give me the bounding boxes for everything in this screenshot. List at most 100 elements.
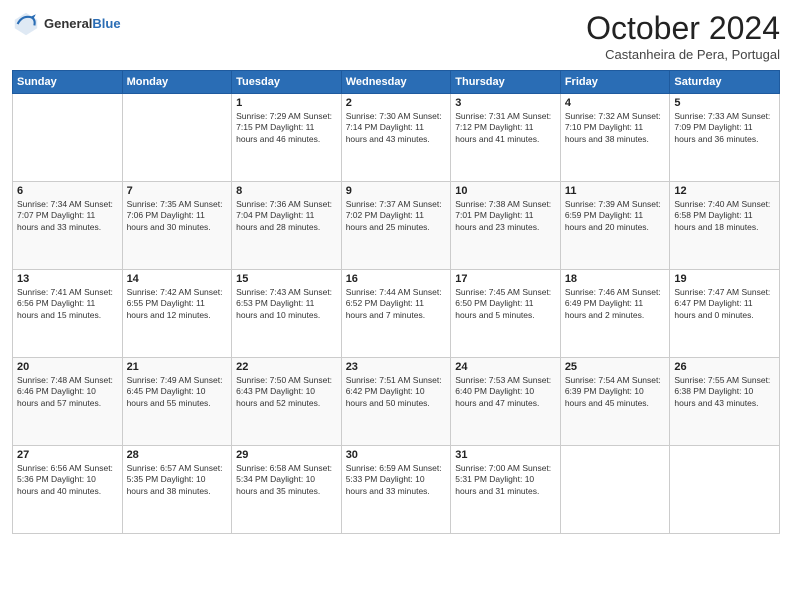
day-info: Sunrise: 7:00 AM Sunset: 5:31 PM Dayligh…: [455, 463, 556, 497]
day-number: 1: [236, 97, 337, 109]
day-info: Sunrise: 6:56 AM Sunset: 5:36 PM Dayligh…: [17, 463, 118, 497]
calendar-day-header: Wednesday: [341, 71, 451, 94]
day-info: Sunrise: 7:32 AM Sunset: 7:10 PM Dayligh…: [565, 111, 666, 145]
day-info: Sunrise: 7:51 AM Sunset: 6:42 PM Dayligh…: [346, 375, 447, 409]
day-info: Sunrise: 7:53 AM Sunset: 6:40 PM Dayligh…: [455, 375, 556, 409]
calendar-cell: 19 Sunrise: 7:47 AM Sunset: 6:47 PM Dayli…: [670, 270, 780, 358]
calendar-cell: 28 Sunrise: 6:57 AM Sunset: 5:35 PM Dayli…: [122, 446, 232, 534]
day-number: 14: [127, 273, 228, 285]
header: GeneralBlue October 2024 Castanheira de …: [12, 10, 780, 62]
day-number: 12: [674, 185, 775, 197]
day-info: Sunrise: 7:48 AM Sunset: 6:46 PM Dayligh…: [17, 375, 118, 409]
day-info: Sunrise: 7:54 AM Sunset: 6:39 PM Dayligh…: [565, 375, 666, 409]
day-number: 2: [346, 97, 447, 109]
calendar-cell: 2 Sunrise: 7:30 AM Sunset: 7:14 PM Daylig…: [341, 94, 451, 182]
calendar-cell: 21 Sunrise: 7:49 AM Sunset: 6:45 PM Dayli…: [122, 358, 232, 446]
calendar-day-header: Thursday: [451, 71, 561, 94]
logo-icon: [12, 10, 40, 38]
day-info: Sunrise: 7:46 AM Sunset: 6:49 PM Dayligh…: [565, 287, 666, 321]
calendar-cell: 23 Sunrise: 7:51 AM Sunset: 6:42 PM Dayli…: [341, 358, 451, 446]
month-title: October 2024: [586, 10, 780, 47]
page: GeneralBlue October 2024 Castanheira de …: [0, 0, 792, 612]
calendar-cell: 7 Sunrise: 7:35 AM Sunset: 7:06 PM Daylig…: [122, 182, 232, 270]
location-subtitle: Castanheira de Pera, Portugal: [586, 47, 780, 62]
calendar-cell: 27 Sunrise: 6:56 AM Sunset: 5:36 PM Dayli…: [13, 446, 123, 534]
calendar-cell: 14 Sunrise: 7:42 AM Sunset: 6:55 PM Dayli…: [122, 270, 232, 358]
day-number: 27: [17, 449, 118, 461]
day-number: 24: [455, 361, 556, 373]
day-number: 7: [127, 185, 228, 197]
calendar-cell: 30 Sunrise: 6:59 AM Sunset: 5:33 PM Dayli…: [341, 446, 451, 534]
day-number: 5: [674, 97, 775, 109]
calendar-cell: 1Sunrise: 7:29 AM Sunset: 7:15 PM Daylig…: [232, 94, 342, 182]
calendar-cell: 4 Sunrise: 7:32 AM Sunset: 7:10 PM Daylig…: [560, 94, 670, 182]
day-info: Sunrise: 7:49 AM Sunset: 6:45 PM Dayligh…: [127, 375, 228, 409]
day-number: 3: [455, 97, 556, 109]
calendar-week-row: 1Sunrise: 7:29 AM Sunset: 7:15 PM Daylig…: [13, 94, 780, 182]
calendar-day-header: Saturday: [670, 71, 780, 94]
calendar-cell: 9 Sunrise: 7:37 AM Sunset: 7:02 PM Daylig…: [341, 182, 451, 270]
logo: GeneralBlue: [12, 10, 121, 38]
day-info: Sunrise: 7:41 AM Sunset: 6:56 PM Dayligh…: [17, 287, 118, 321]
day-info: Sunrise: 7:40 AM Sunset: 6:58 PM Dayligh…: [674, 199, 775, 233]
calendar-header-row: SundayMondayTuesdayWednesdayThursdayFrid…: [13, 71, 780, 94]
calendar-cell: 15Sunrise: 7:43 AM Sunset: 6:53 PM Dayli…: [232, 270, 342, 358]
day-number: 11: [565, 185, 666, 197]
day-number: 21: [127, 361, 228, 373]
day-number: 13: [17, 273, 118, 285]
day-number: 19: [674, 273, 775, 285]
day-info: Sunrise: 6:59 AM Sunset: 5:33 PM Dayligh…: [346, 463, 447, 497]
day-number: 15: [236, 273, 337, 285]
calendar-cell: 25 Sunrise: 7:54 AM Sunset: 6:39 PM Dayli…: [560, 358, 670, 446]
calendar-cell: 18 Sunrise: 7:46 AM Sunset: 6:49 PM Dayli…: [560, 270, 670, 358]
day-info: Sunrise: 7:39 AM Sunset: 6:59 PM Dayligh…: [565, 199, 666, 233]
day-number: 9: [346, 185, 447, 197]
calendar-cell: 20 Sunrise: 7:48 AM Sunset: 6:46 PM Dayli…: [13, 358, 123, 446]
calendar-cell: 22Sunrise: 7:50 AM Sunset: 6:43 PM Dayli…: [232, 358, 342, 446]
calendar-cell: 13 Sunrise: 7:41 AM Sunset: 6:56 PM Dayli…: [13, 270, 123, 358]
logo-text: GeneralBlue: [44, 16, 121, 32]
calendar-cell: 11 Sunrise: 7:39 AM Sunset: 6:59 PM Dayli…: [560, 182, 670, 270]
day-info: Sunrise: 7:45 AM Sunset: 6:50 PM Dayligh…: [455, 287, 556, 321]
day-number: 18: [565, 273, 666, 285]
day-number: 20: [17, 361, 118, 373]
day-number: 23: [346, 361, 447, 373]
day-number: 10: [455, 185, 556, 197]
calendar-cell: [670, 446, 780, 534]
calendar-table: SundayMondayTuesdayWednesdayThursdayFrid…: [12, 70, 780, 534]
calendar-day-header: Friday: [560, 71, 670, 94]
day-info: Sunrise: 7:44 AM Sunset: 6:52 PM Dayligh…: [346, 287, 447, 321]
calendar-cell: 3 Sunrise: 7:31 AM Sunset: 7:12 PM Daylig…: [451, 94, 561, 182]
calendar-cell: [560, 446, 670, 534]
calendar-cell: 26 Sunrise: 7:55 AM Sunset: 6:38 PM Dayli…: [670, 358, 780, 446]
day-number: 28: [127, 449, 228, 461]
calendar-week-row: 13 Sunrise: 7:41 AM Sunset: 6:56 PM Dayli…: [13, 270, 780, 358]
day-info: Sunrise: 7:34 AM Sunset: 7:07 PM Dayligh…: [17, 199, 118, 233]
day-number: 6: [17, 185, 118, 197]
day-info: Sunrise: 6:57 AM Sunset: 5:35 PM Dayligh…: [127, 463, 228, 497]
day-number: 30: [346, 449, 447, 461]
calendar-cell: 24 Sunrise: 7:53 AM Sunset: 6:40 PM Dayli…: [451, 358, 561, 446]
day-info: Sunrise: 7:42 AM Sunset: 6:55 PM Dayligh…: [127, 287, 228, 321]
day-number: 22: [236, 361, 337, 373]
calendar-cell: 12 Sunrise: 7:40 AM Sunset: 6:58 PM Dayli…: [670, 182, 780, 270]
day-info: Sunrise: 7:37 AM Sunset: 7:02 PM Dayligh…: [346, 199, 447, 233]
day-info: Sunrise: 7:38 AM Sunset: 7:01 PM Dayligh…: [455, 199, 556, 233]
day-info: Sunrise: 7:30 AM Sunset: 7:14 PM Dayligh…: [346, 111, 447, 145]
day-number: 26: [674, 361, 775, 373]
day-number: 8: [236, 185, 337, 197]
day-number: 4: [565, 97, 666, 109]
calendar-cell: 31Sunrise: 7:00 AM Sunset: 5:31 PM Dayli…: [451, 446, 561, 534]
calendar-week-row: 6 Sunrise: 7:34 AM Sunset: 7:07 PM Daylig…: [13, 182, 780, 270]
day-info: Sunrise: 7:55 AM Sunset: 6:38 PM Dayligh…: [674, 375, 775, 409]
day-info: Sunrise: 7:31 AM Sunset: 7:12 PM Dayligh…: [455, 111, 556, 145]
day-info: Sunrise: 7:47 AM Sunset: 6:47 PM Dayligh…: [674, 287, 775, 321]
calendar-cell: 5Sunrise: 7:33 AM Sunset: 7:09 PM Daylig…: [670, 94, 780, 182]
day-number: 25: [565, 361, 666, 373]
calendar-week-row: 20 Sunrise: 7:48 AM Sunset: 6:46 PM Dayli…: [13, 358, 780, 446]
day-info: Sunrise: 7:35 AM Sunset: 7:06 PM Dayligh…: [127, 199, 228, 233]
day-number: 16: [346, 273, 447, 285]
logo-general: GeneralBlue: [44, 16, 121, 32]
day-number: 29: [236, 449, 337, 461]
day-info: Sunrise: 6:58 AM Sunset: 5:34 PM Dayligh…: [236, 463, 337, 497]
